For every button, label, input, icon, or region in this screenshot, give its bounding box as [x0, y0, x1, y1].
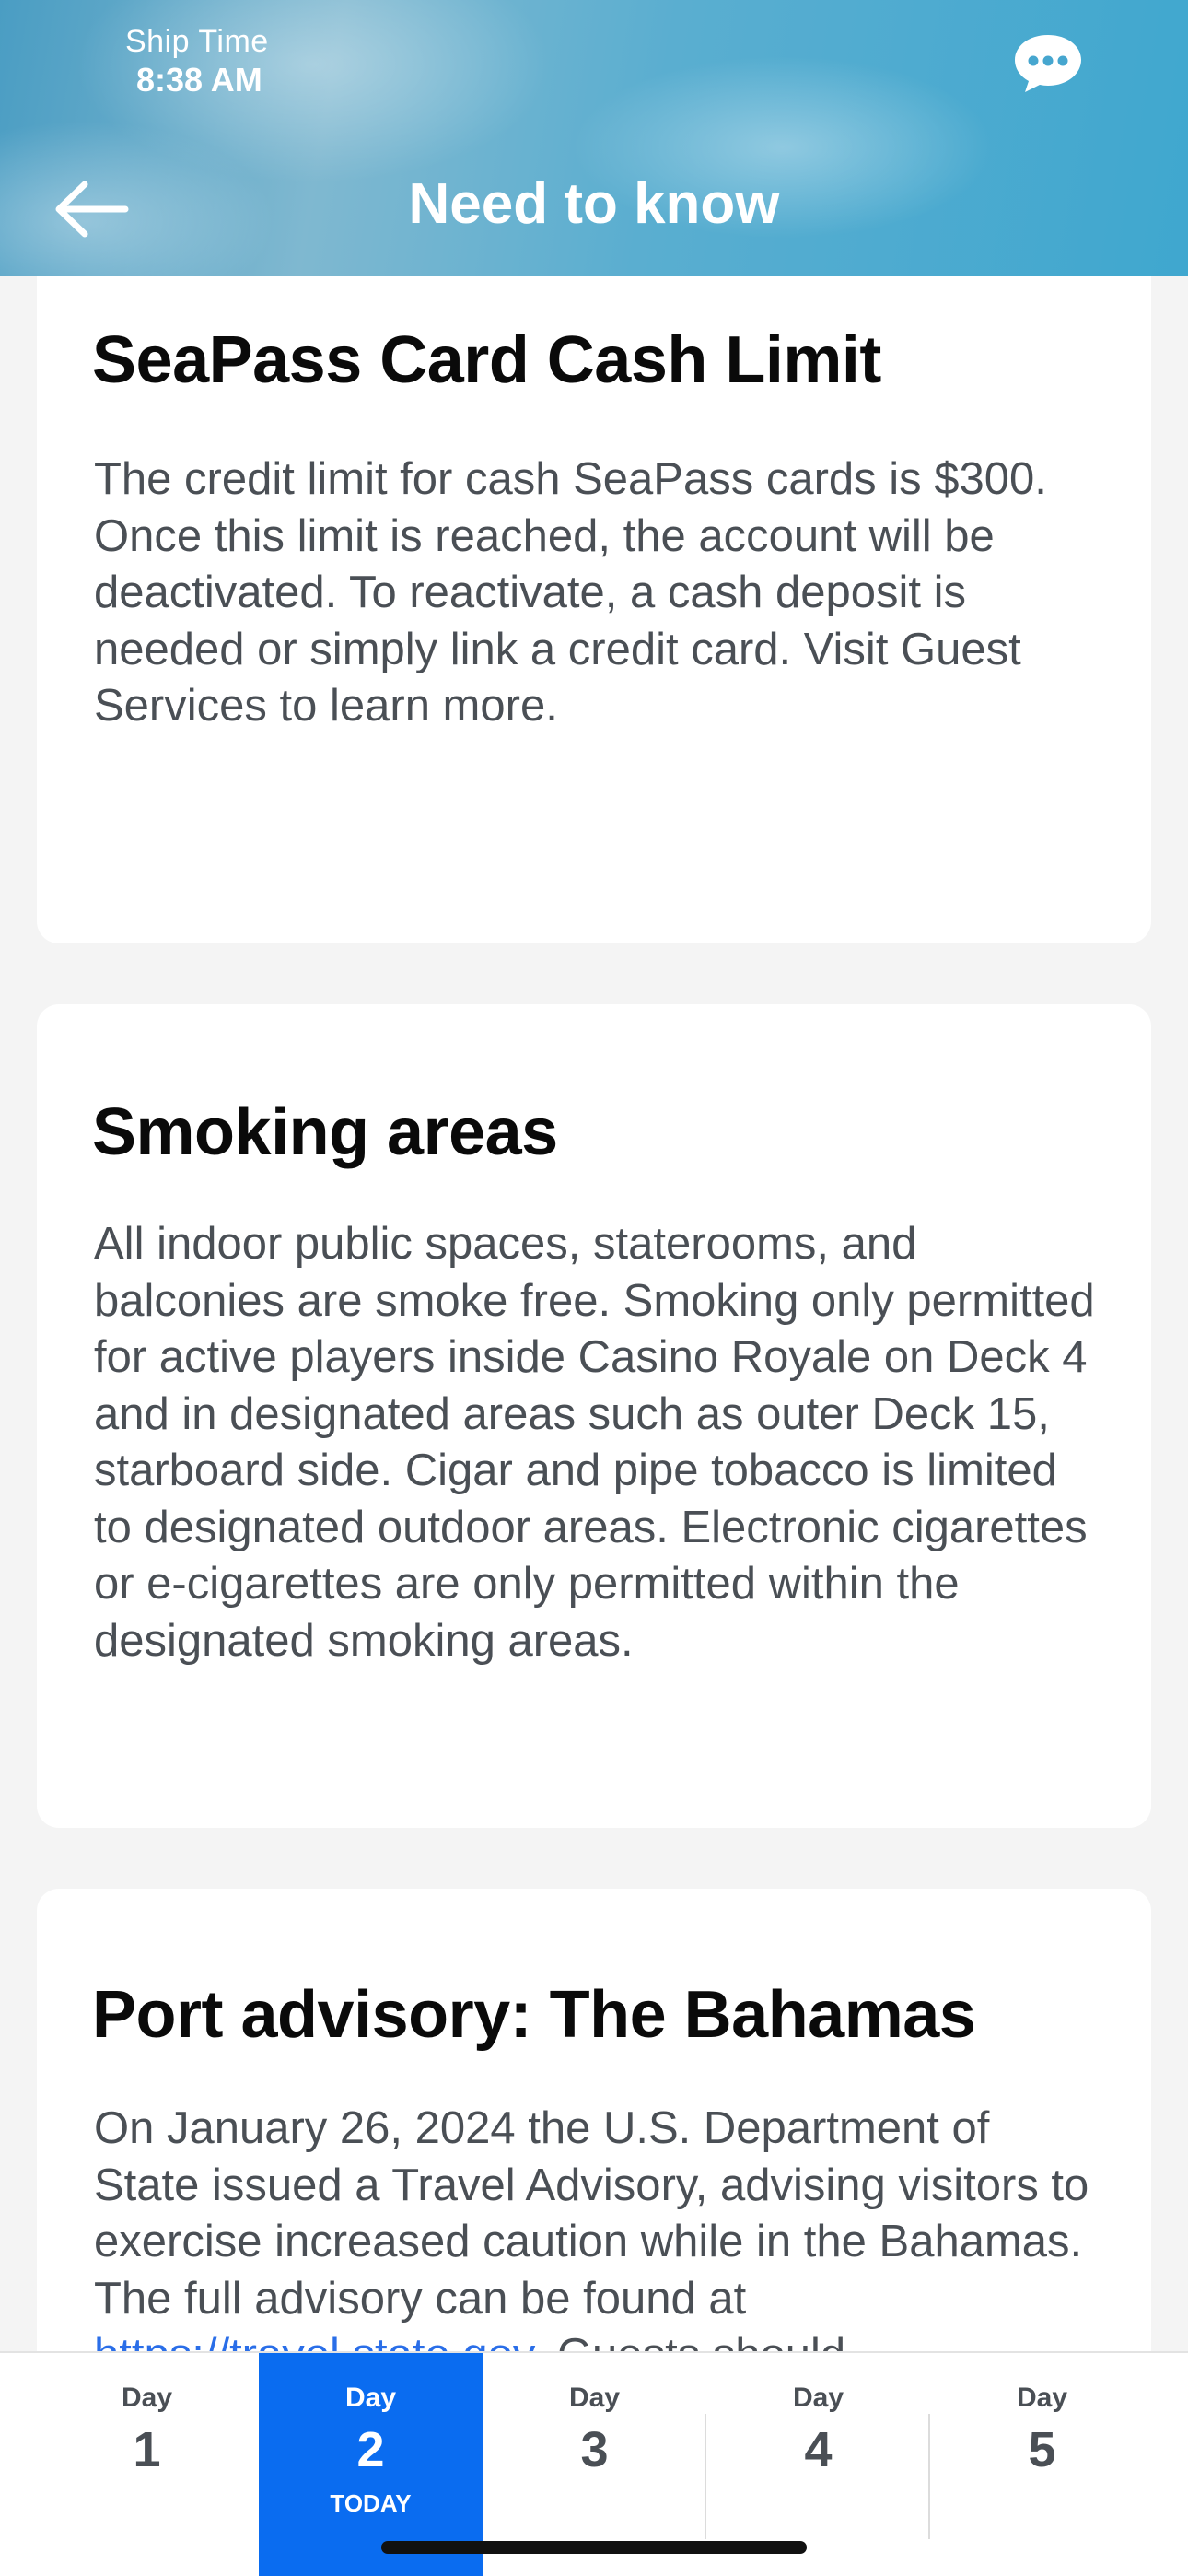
day-label: Day — [1016, 2383, 1068, 2413]
card-title: Port advisory: The Bahamas — [92, 1978, 976, 2052]
day-tab-1[interactable]: Day 1 — [35, 2353, 259, 2576]
chat-bubble-icon[interactable] — [1013, 33, 1083, 94]
header: Ship Time 8:38 AM Need to know — [0, 0, 1188, 276]
home-indicator — [381, 2541, 807, 2554]
card-title: Smoking areas — [92, 1095, 558, 1169]
ship-time-value: 8:38 AM — [136, 61, 262, 99]
day-label: Day — [792, 2383, 844, 2413]
today-label: TODAY — [330, 2489, 412, 2517]
card-body-text: On January 26, 2024 the U.S. Department … — [94, 2103, 1089, 2324]
day-number: 1 — [133, 2422, 161, 2477]
day-number: 5 — [1028, 2422, 1056, 2477]
info-card-seapass: SeaPass Card Cash Limit The credit limit… — [37, 276, 1151, 943]
card-body: The credit limit for cash SeaPass cards … — [94, 454, 1047, 731]
card-title: SeaPass Card Cash Limit — [92, 323, 881, 397]
card-body: All indoor public spaces, staterooms, an… — [94, 1219, 1095, 1666]
day-number: 4 — [804, 2422, 833, 2477]
day-label: Day — [121, 2383, 173, 2413]
day-tab-5[interactable]: Day 5 — [930, 2353, 1154, 2576]
day-number: 3 — [580, 2422, 609, 2477]
day-label: Day — [344, 2383, 397, 2413]
card-body: On January 26, 2024 the U.S. Department … — [94, 2101, 1096, 2384]
day-number: 2 — [356, 2422, 385, 2477]
day-label: Day — [568, 2383, 621, 2413]
ship-time-label: Ship Time — [125, 24, 269, 59]
info-card-smoking: Smoking areas All indoor public spaces, … — [37, 1004, 1151, 1828]
page-title: Need to know — [408, 172, 780, 236]
